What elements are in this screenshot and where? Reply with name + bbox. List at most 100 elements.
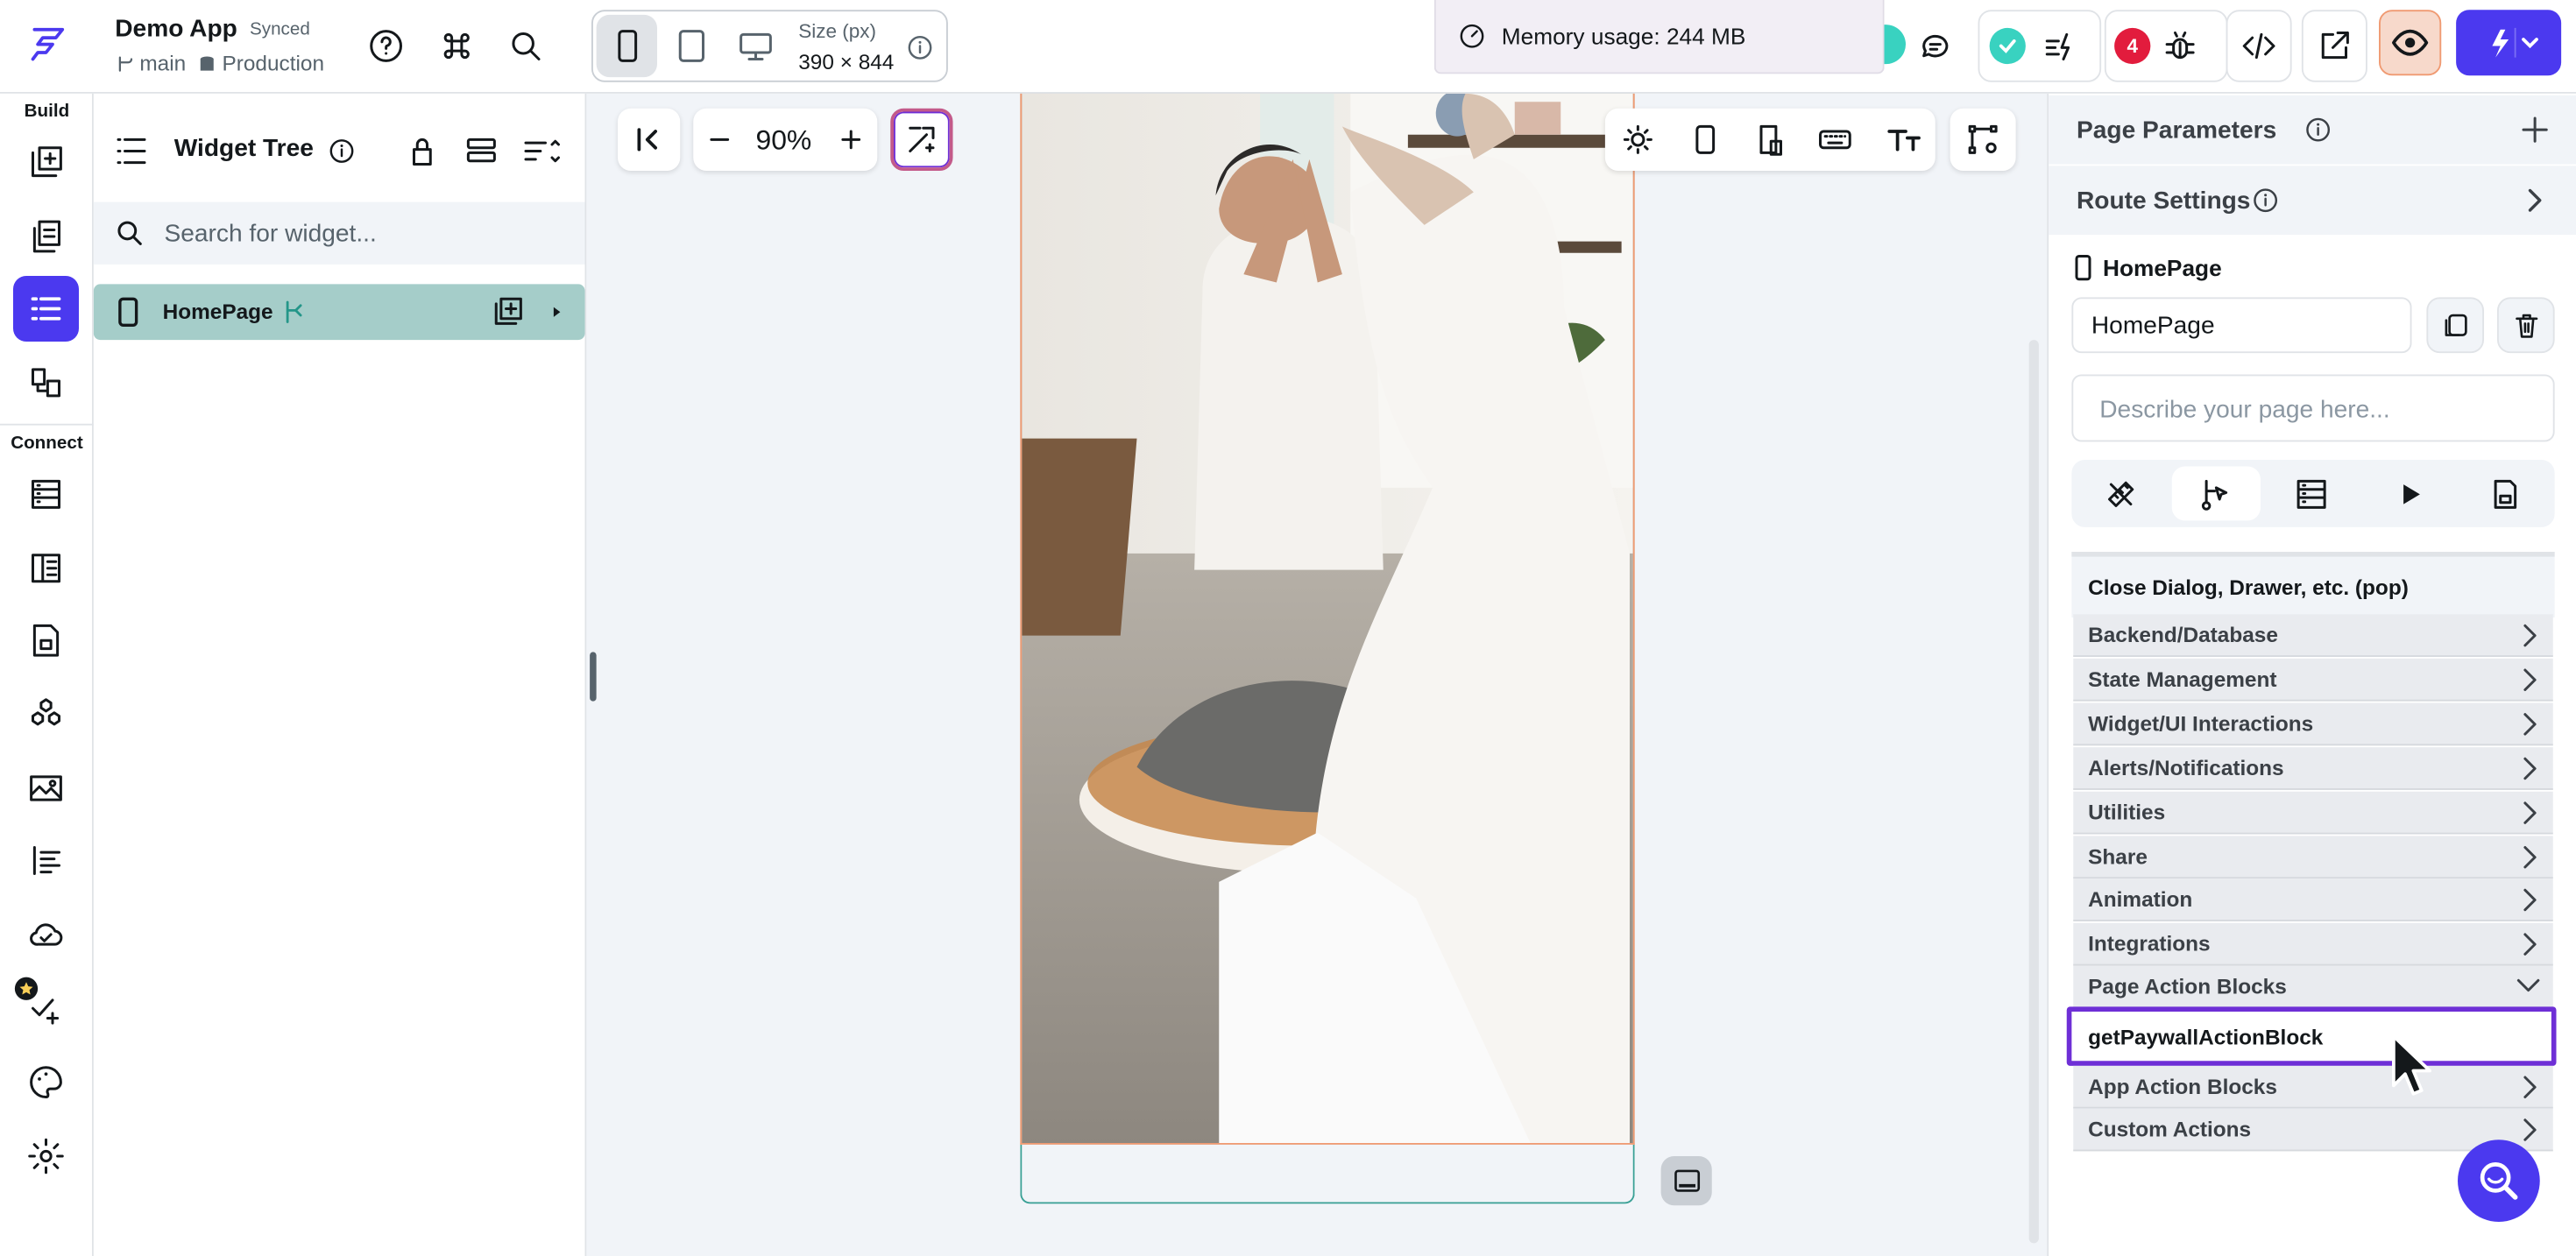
plus-icon bbox=[841, 130, 861, 150]
device-preview-frame[interactable] bbox=[1020, 93, 1635, 1145]
action-get-paywall-action-block[interactable]: getPaywallActionBlock bbox=[2066, 1006, 2557, 1066]
info-icon bbox=[329, 139, 354, 163]
yoga-photo-image bbox=[1022, 93, 1633, 1143]
quick-actions-button[interactable] bbox=[2039, 25, 2082, 67]
rail-custom-code[interactable] bbox=[13, 681, 79, 747]
lock-button[interactable] bbox=[402, 131, 442, 171]
action-category-backend[interactable]: Backend/Database bbox=[2073, 614, 2553, 657]
collapse-button[interactable] bbox=[462, 131, 501, 171]
action-category-utilities[interactable]: Utilities bbox=[2073, 791, 2553, 835]
bottom-safe-area bbox=[1020, 1144, 1635, 1204]
action-category-integrations[interactable]: Integrations bbox=[2073, 922, 2553, 966]
keyboard-toggle-button[interactable] bbox=[1660, 1156, 1712, 1206]
zoom-out-button[interactable] bbox=[700, 120, 740, 159]
collapse-panel-button[interactable] bbox=[618, 108, 681, 171]
tab-animations[interactable] bbox=[2371, 467, 2450, 521]
action-category-page-action-blocks[interactable]: Page Action Blocks bbox=[2073, 965, 2553, 1009]
canvas-tools bbox=[1604, 108, 1936, 171]
storyboard-icon bbox=[32, 368, 60, 398]
keyboard-button[interactable] bbox=[1815, 120, 1855, 159]
action-close-dialog[interactable]: Close Dialog, Drawer, etc. (pop) bbox=[2071, 552, 2555, 617]
open-external-button[interactable] bbox=[2301, 10, 2367, 82]
widget-tree-title: Widget Tree bbox=[173, 134, 314, 163]
search-button[interactable] bbox=[505, 25, 548, 67]
widget-tree-info-button[interactable] bbox=[325, 135, 358, 168]
add-widget-icon bbox=[494, 297, 522, 325]
preview-button[interactable] bbox=[2379, 10, 2442, 76]
tab-backend-query[interactable] bbox=[2272, 467, 2351, 521]
action-category-alerts[interactable]: Alerts/Notifications bbox=[2073, 747, 2553, 790]
action-category-state[interactable]: State Management bbox=[2073, 658, 2553, 702]
rail-settings[interactable] bbox=[13, 1124, 79, 1189]
text-scale-button[interactable] bbox=[1885, 120, 1924, 159]
rail-media-assets[interactable] bbox=[13, 756, 79, 822]
phone-icon bbox=[617, 30, 637, 62]
device-phone-button[interactable] bbox=[596, 14, 657, 78]
action-category-widget-ui[interactable]: Widget/UI Interactions bbox=[2073, 702, 2553, 746]
zoom-in-button[interactable] bbox=[832, 120, 871, 159]
help-button[interactable] bbox=[364, 25, 407, 67]
action-category-animation[interactable]: Animation bbox=[2073, 878, 2553, 921]
chevron-right-icon bbox=[2523, 933, 2537, 956]
page-name-input[interactable]: HomePage bbox=[2071, 297, 2412, 354]
widget-search-placeholder: Search for widget... bbox=[164, 219, 377, 248]
run-button[interactable] bbox=[2456, 10, 2562, 76]
size-value: 390 × 844 bbox=[798, 49, 895, 74]
light-mode-button[interactable] bbox=[1618, 120, 1658, 159]
rail-pages[interactable] bbox=[13, 204, 79, 270]
expand-arrow-icon bbox=[553, 307, 561, 317]
device-tablet-button[interactable] bbox=[661, 15, 721, 77]
tab-properties[interactable] bbox=[2082, 467, 2161, 521]
canvas-settings-button[interactable] bbox=[1950, 108, 2016, 171]
hexagon-cluster-icon bbox=[32, 698, 60, 726]
plus-icon bbox=[2522, 116, 2548, 143]
action-category-app-action-blocks[interactable]: App Action Blocks bbox=[2073, 1065, 2553, 1109]
action-category-label: Share bbox=[2088, 843, 2148, 869]
action-category-label: Custom Actions bbox=[2088, 1117, 2252, 1142]
debug-button[interactable] bbox=[2159, 25, 2202, 67]
route-settings-row[interactable]: Route Settings bbox=[2049, 166, 2576, 236]
chevron-right-icon bbox=[2523, 624, 2537, 647]
app-name[interactable]: Demo App bbox=[115, 15, 237, 43]
size-info-button[interactable] bbox=[905, 33, 935, 63]
command-palette-button[interactable] bbox=[435, 25, 478, 67]
rail-app-state[interactable] bbox=[13, 535, 79, 601]
action-flow-icon bbox=[2201, 478, 2228, 510]
minus-icon bbox=[710, 138, 730, 141]
ai-page-generator-button[interactable] bbox=[890, 108, 953, 171]
app-logo-icon[interactable] bbox=[23, 20, 72, 69]
rail-api-calls[interactable] bbox=[13, 462, 79, 527]
widget-search-input[interactable]: Search for widget... bbox=[93, 201, 585, 265]
rail-design-system[interactable] bbox=[13, 1049, 79, 1115]
filter-sort-icon bbox=[524, 139, 560, 163]
error-count-badge[interactable]: 4 bbox=[2114, 27, 2151, 65]
rail-widget-tree[interactable] bbox=[13, 276, 79, 342]
rail-cloud[interactable] bbox=[13, 901, 79, 967]
responsive-button[interactable] bbox=[1752, 120, 1791, 159]
page-parameters-row[interactable]: Page Parameters bbox=[2049, 95, 2576, 165]
info-icon bbox=[2306, 117, 2331, 142]
device-frame-button[interactable] bbox=[1686, 120, 1725, 159]
panel-resize-handle[interactable] bbox=[586, 649, 603, 707]
chevron-right-icon bbox=[2523, 1118, 2537, 1141]
rail-storyboard[interactable] bbox=[13, 349, 79, 415]
view-code-button[interactable] bbox=[2226, 10, 2292, 82]
rail-firestore[interactable] bbox=[13, 608, 79, 674]
sort-button[interactable] bbox=[520, 131, 563, 171]
canvas-scrollbar[interactable] bbox=[2028, 340, 2039, 1244]
branch-selector[interactable]: main Production bbox=[115, 51, 324, 75]
tab-actions[interactable] bbox=[2171, 466, 2261, 521]
duplicate-page-button[interactable] bbox=[2426, 297, 2484, 354]
rail-add-widget[interactable] bbox=[13, 130, 79, 195]
tab-documentation[interactable] bbox=[2466, 467, 2544, 521]
page-description-input[interactable]: Describe your page here... bbox=[2071, 374, 2555, 442]
comments-button[interactable] bbox=[1914, 25, 1957, 67]
rail-theme[interactable] bbox=[13, 828, 79, 893]
support-chat-button[interactable] bbox=[2458, 1140, 2540, 1222]
check-status-badge[interactable] bbox=[1989, 27, 2026, 65]
device-desktop-button[interactable] bbox=[725, 15, 785, 77]
size-label: Size (px) bbox=[798, 19, 877, 43]
action-category-share[interactable]: Share bbox=[2073, 836, 2553, 879]
delete-page-button[interactable] bbox=[2497, 297, 2555, 354]
tree-item-homepage[interactable]: HomePage bbox=[93, 284, 585, 341]
